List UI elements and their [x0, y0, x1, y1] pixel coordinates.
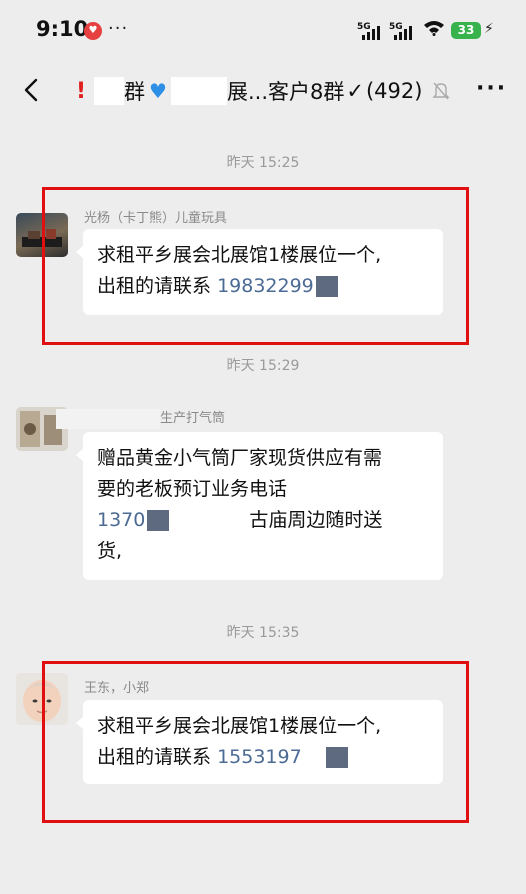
back-button[interactable]: [18, 74, 46, 106]
exclamation-icon: !: [76, 78, 87, 104]
mute-bell-icon: [432, 81, 450, 101]
redaction-mask: [147, 510, 170, 531]
wifi-icon: [423, 20, 445, 41]
charging-icon: ⚡: [484, 21, 494, 37]
message-line: 要的老板预订业务电话: [97, 478, 288, 500]
blue-heart-icon: ♥: [149, 79, 167, 103]
status-bar: 9:10 ♥ ··· 5G 5G 33 ⚡: [0, 0, 526, 62]
title-suffix: 展...客户8群: [226, 80, 345, 104]
status-time: 9:10: [36, 17, 89, 41]
checkmark-icon: ✓: [346, 79, 364, 103]
message-line: 1370 古庙周边随时送: [97, 505, 429, 536]
message-line: 赠品黄金小气筒厂家现货供应有需: [97, 447, 383, 469]
title-prefix: 群: [124, 80, 146, 104]
highlight-box: [42, 187, 469, 345]
message-timestamp: 昨天 15:29: [226, 358, 300, 374]
redacted-block: [94, 77, 125, 105]
chevron-left-icon: [24, 78, 38, 102]
message-line: 货,: [97, 540, 123, 562]
sender-row: 生产打气筒: [56, 407, 276, 429]
more-notifications-icon: ···: [108, 18, 129, 39]
message-timestamp: 昨天 15:35: [226, 625, 300, 641]
message-text: 古庙周边随时送: [249, 509, 383, 531]
highlight-box: [42, 661, 469, 823]
message-timestamp: 昨天 15:25: [226, 155, 300, 171]
signal-icon-2: [394, 26, 416, 40]
battery-icon: 33: [451, 22, 481, 39]
phone-link[interactable]: 1370: [97, 509, 145, 531]
more-options-button[interactable]: ···: [476, 76, 507, 101]
message-bubble[interactable]: 赠品黄金小气筒厂家现货供应有需 要的老板预订业务电话 1370 古庙周边随时送 货…: [76, 432, 443, 580]
redacted-block: [170, 77, 227, 105]
chat-title[interactable]: ! 群 ♥ 展...客户8群 ✓ (492): [76, 75, 422, 107]
redacted-block: [56, 408, 160, 429]
signal-icon-1: [362, 26, 384, 40]
redaction-mask: [169, 508, 250, 533]
member-count: (492): [365, 79, 423, 103]
chat-header: ! 群 ♥ 展...客户8群 ✓ (492) ···: [0, 62, 526, 120]
sender-name: 生产打气筒: [160, 411, 226, 426]
notification-app-icon: ♥: [84, 22, 102, 40]
